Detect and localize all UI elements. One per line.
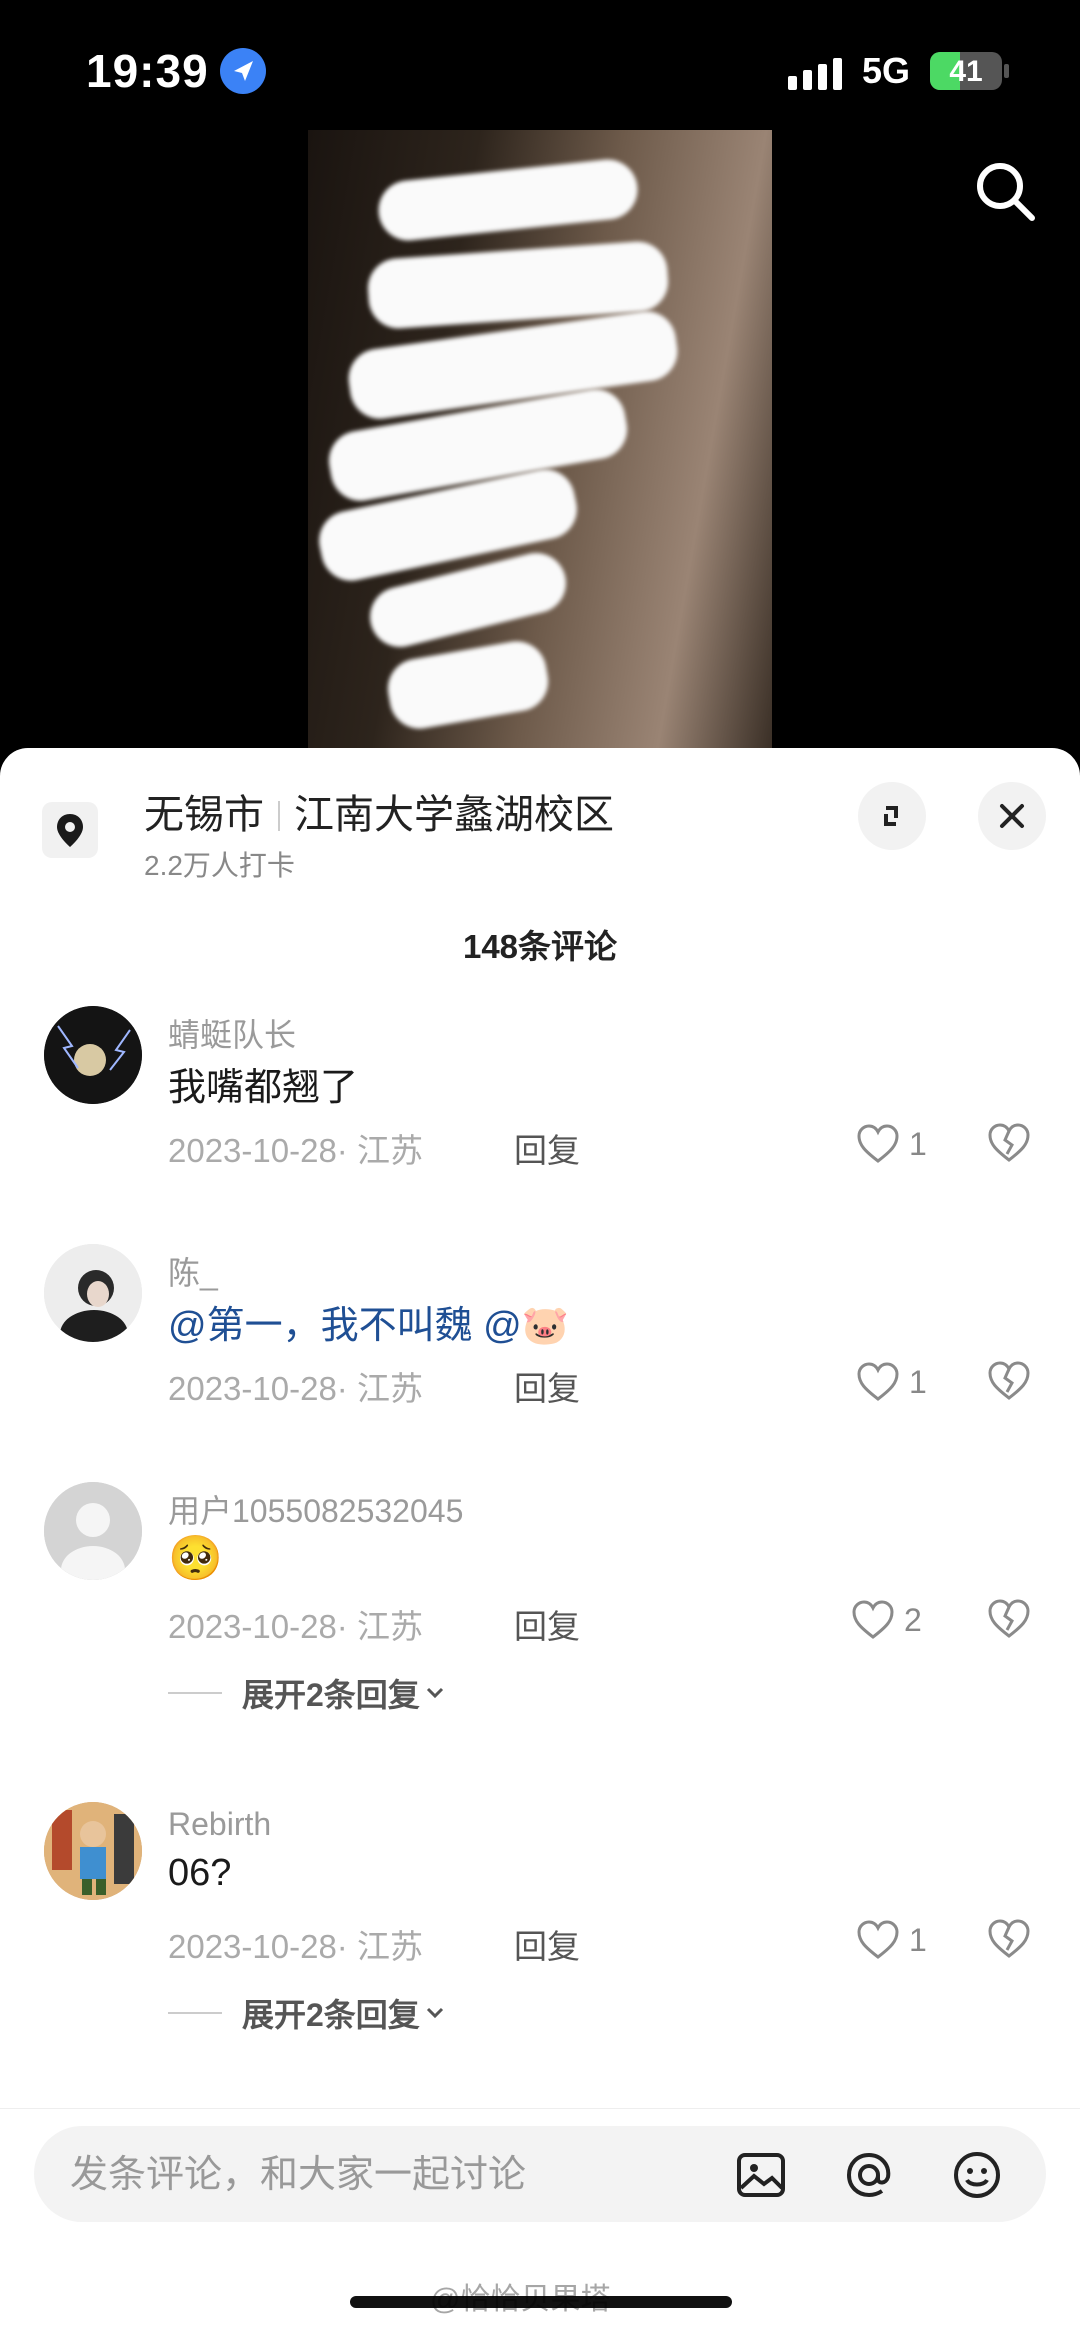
reply-button[interactable]: 回复 — [514, 1124, 580, 1172]
broken-heart-icon — [988, 1919, 1030, 1958]
input-divider — [0, 2108, 1080, 2109]
network-type: 5G — [862, 50, 911, 91]
like-count: 1 — [909, 1921, 927, 1958]
signal-icon — [788, 58, 842, 90]
expand-button[interactable] — [858, 782, 926, 850]
comment-meta: 2023-10-28· 江苏 — [168, 1132, 423, 1169]
heart-icon — [857, 1124, 899, 1163]
like-button[interactable]: 1 — [855, 1916, 927, 1964]
search-icon[interactable] — [970, 156, 1040, 226]
comment-count: 148条评论 — [462, 928, 618, 965]
location-place: 江南大学蠡湖校区 — [294, 793, 614, 837]
comment-meta: 2023-10-28· 江苏 — [168, 1928, 423, 1965]
location-city: 无锡市 — [144, 793, 264, 837]
pig-emoji: 🐷 — [521, 1305, 570, 1347]
checkin-count: 2.2万人打卡 — [144, 850, 295, 881]
image-icon[interactable] — [734, 2148, 788, 2202]
broken-heart-icon — [988, 1123, 1030, 1162]
broken-heart-icon — [988, 1599, 1030, 1638]
expand-line — [168, 2012, 222, 2014]
comment-username[interactable]: 用户1055082532045 — [168, 1486, 463, 1532]
like-count: 2 — [904, 1601, 922, 1638]
heart-icon — [857, 1920, 899, 1959]
title-separator — [278, 801, 280, 831]
heart-icon — [852, 1600, 894, 1639]
emoji-icon[interactable] — [950, 2148, 1004, 2202]
expand-line — [168, 1692, 222, 1694]
video-thumbnail[interactable] — [308, 130, 772, 750]
status-bar: 19:39 5G 41 — [0, 0, 1080, 130]
heart-icon — [857, 1362, 899, 1401]
expand-replies-label: 展开2条回复 — [242, 1677, 420, 1713]
avatar[interactable] — [44, 1244, 142, 1342]
dislike-button[interactable] — [986, 1120, 1032, 1166]
comment-username[interactable]: Rebirth — [168, 1806, 271, 1843]
comment-username[interactable]: 陈_ — [168, 1248, 218, 1294]
battery-tip — [1004, 64, 1009, 78]
comment-emoji: 🥺 — [168, 1534, 223, 1583]
comment-input[interactable] — [68, 2144, 732, 2206]
avatar[interactable] — [44, 1482, 142, 1580]
battery-icon: 41 — [930, 52, 1002, 90]
comments-sheet: 无锡市 江南大学蠡湖校区 2.2万人打卡 148条评论 蜻蜓队长 我嘴都翘了 20… — [0, 748, 1080, 2337]
like-count: 1 — [909, 1363, 927, 1400]
like-button[interactable]: 1 — [855, 1120, 927, 1168]
comment-meta: 2023-10-28· 江苏 — [168, 1608, 423, 1645]
comment-text: 06? — [168, 1852, 232, 1894]
location-title[interactable]: 无锡市 江南大学蠡湖校区 — [144, 782, 614, 840]
dislike-button[interactable] — [986, 1916, 1032, 1962]
comment-text: 我嘴都翘了 — [168, 1067, 359, 1109]
comment-text: @第一，我不叫魏 @🐷 — [168, 1294, 569, 1349]
expand-replies-button[interactable]: 展开2条回复 — [168, 1990, 450, 2036]
battery-level: 41 — [949, 55, 983, 88]
broken-heart-icon — [988, 1361, 1030, 1400]
at-icon[interactable] — [842, 2148, 896, 2202]
chevron-down-icon — [426, 2007, 443, 2019]
reply-button[interactable]: 回复 — [514, 1600, 580, 1648]
like-button[interactable]: 1 — [855, 1358, 927, 1406]
reply-button[interactable]: 回复 — [514, 1362, 580, 1410]
expand-replies-label: 展开2条回复 — [242, 1997, 420, 2033]
like-button[interactable]: 2 — [850, 1596, 922, 1644]
comment-username[interactable]: 蜻蜓队长 — [168, 1010, 296, 1056]
comment-input-bar — [34, 2126, 1046, 2222]
comment-meta: 2023-10-28· 江苏 — [168, 1370, 423, 1407]
status-time: 19:39 — [86, 45, 209, 97]
chevron-down-icon — [426, 1687, 443, 1699]
close-icon — [1000, 804, 1024, 828]
expand-icon — [884, 806, 898, 826]
like-count: 1 — [909, 1125, 927, 1162]
watermark: @恰恰贝果塔 — [430, 2283, 611, 2316]
mention-text[interactable]: @第一，我不叫魏 @ — [168, 1305, 522, 1347]
avatar[interactable] — [44, 1802, 142, 1900]
dislike-button[interactable] — [986, 1358, 1032, 1404]
close-button[interactable] — [978, 782, 1046, 850]
location-arrow-icon — [220, 48, 266, 94]
expand-replies-button[interactable]: 展开2条回复 — [168, 1670, 450, 1716]
dislike-button[interactable] — [986, 1596, 1032, 1642]
map-pin-icon — [42, 802, 98, 858]
avatar[interactable] — [44, 1006, 142, 1104]
reply-button[interactable]: 回复 — [514, 1920, 580, 1968]
